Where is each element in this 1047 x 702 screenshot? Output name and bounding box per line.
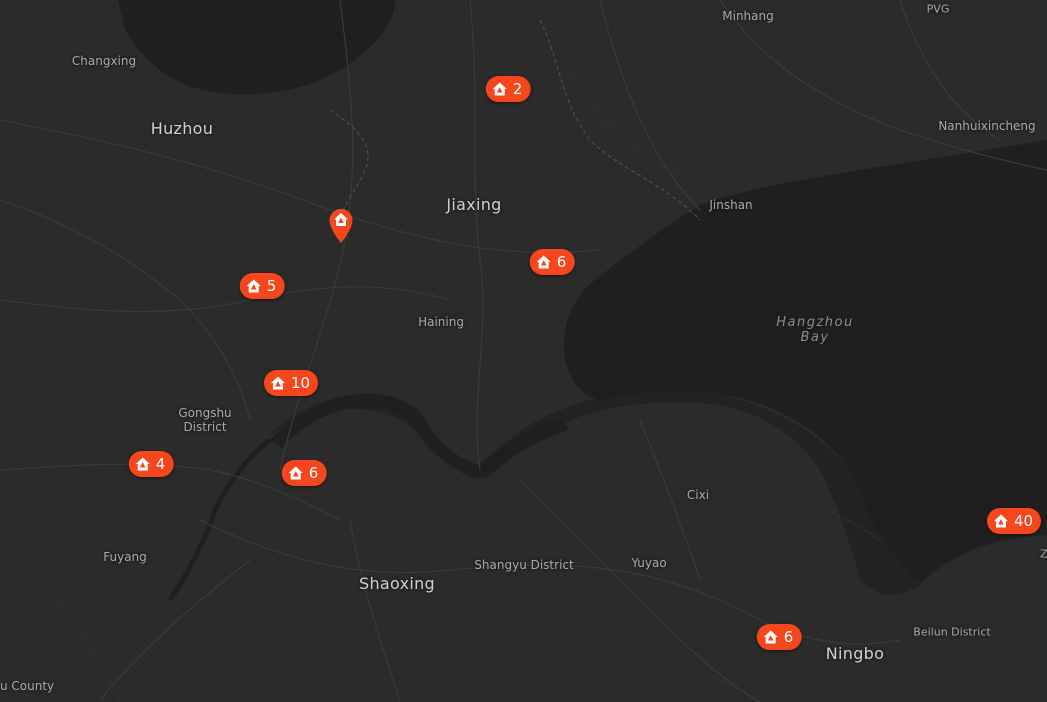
listing-cluster-marker[interactable]: 2 — [485, 76, 531, 102]
cluster-count: 2 — [512, 79, 523, 98]
place-label-shangyu-district: Shangyu District — [474, 558, 574, 573]
listing-cluster-marker[interactable]: 6 — [281, 460, 327, 486]
listing-cluster-marker[interactable]: 6 — [529, 249, 575, 275]
house-icon — [288, 466, 303, 480]
house-icon — [135, 457, 150, 471]
cluster-count: 10 — [290, 373, 311, 392]
house-icon — [246, 279, 261, 293]
cluster-count: 5 — [266, 276, 277, 295]
place-label-gongshu-district: Gongshu District — [178, 406, 232, 434]
place-label-beilun-district: Beilun District — [913, 625, 991, 639]
place-label-changxing: Changxing — [71, 54, 137, 69]
house-icon — [492, 82, 507, 96]
cluster-count: 6 — [556, 252, 567, 271]
place-label-ningbo: Ningbo — [825, 643, 885, 663]
place-label-huzhou: Huzhou — [150, 118, 214, 138]
place-label-yuyao: Yuyao — [631, 556, 667, 571]
place-label-haining: Haining — [418, 315, 464, 330]
place-label-cixi: Cixi — [686, 488, 710, 503]
house-pin-icon[interactable] — [328, 208, 354, 244]
house-icon — [993, 514, 1008, 528]
place-label-edge-z: Z — [1040, 547, 1047, 561]
listing-cluster-marker[interactable]: 40 — [986, 508, 1042, 534]
map-canvas[interactable]: Minhang PVG Changxing Huzhou Nanhuixinch… — [0, 0, 1047, 702]
place-label-nanhuixincheng: Nanhuixincheng — [938, 119, 1036, 134]
water-label-hangzhou-bay: Hangzhou Bay — [776, 315, 854, 345]
listing-cluster-marker[interactable]: 4 — [128, 451, 174, 477]
cluster-count: 40 — [1013, 511, 1034, 530]
house-icon — [536, 255, 551, 269]
cluster-count: 6 — [308, 463, 319, 482]
place-label-shaoxing: Shaoxing — [358, 573, 436, 593]
place-label-jiaxing: Jiaxing — [446, 194, 502, 214]
cluster-count: 6 — [783, 627, 794, 646]
place-label-fuyang: Fuyang — [103, 550, 147, 565]
place-label-jinshan: Jinshan — [709, 198, 753, 213]
listing-cluster-marker[interactable]: 5 — [239, 273, 285, 299]
place-label-pvg: PVG — [926, 2, 950, 16]
house-icon — [270, 376, 285, 390]
map-basemap — [0, 0, 1047, 702]
place-label-minhang: Minhang — [722, 9, 774, 24]
listing-cluster-marker[interactable]: 6 — [756, 624, 802, 650]
cluster-count: 4 — [155, 454, 166, 473]
place-label-county: u County — [0, 679, 55, 694]
house-icon — [763, 630, 778, 644]
listing-cluster-marker[interactable]: 10 — [263, 370, 319, 396]
